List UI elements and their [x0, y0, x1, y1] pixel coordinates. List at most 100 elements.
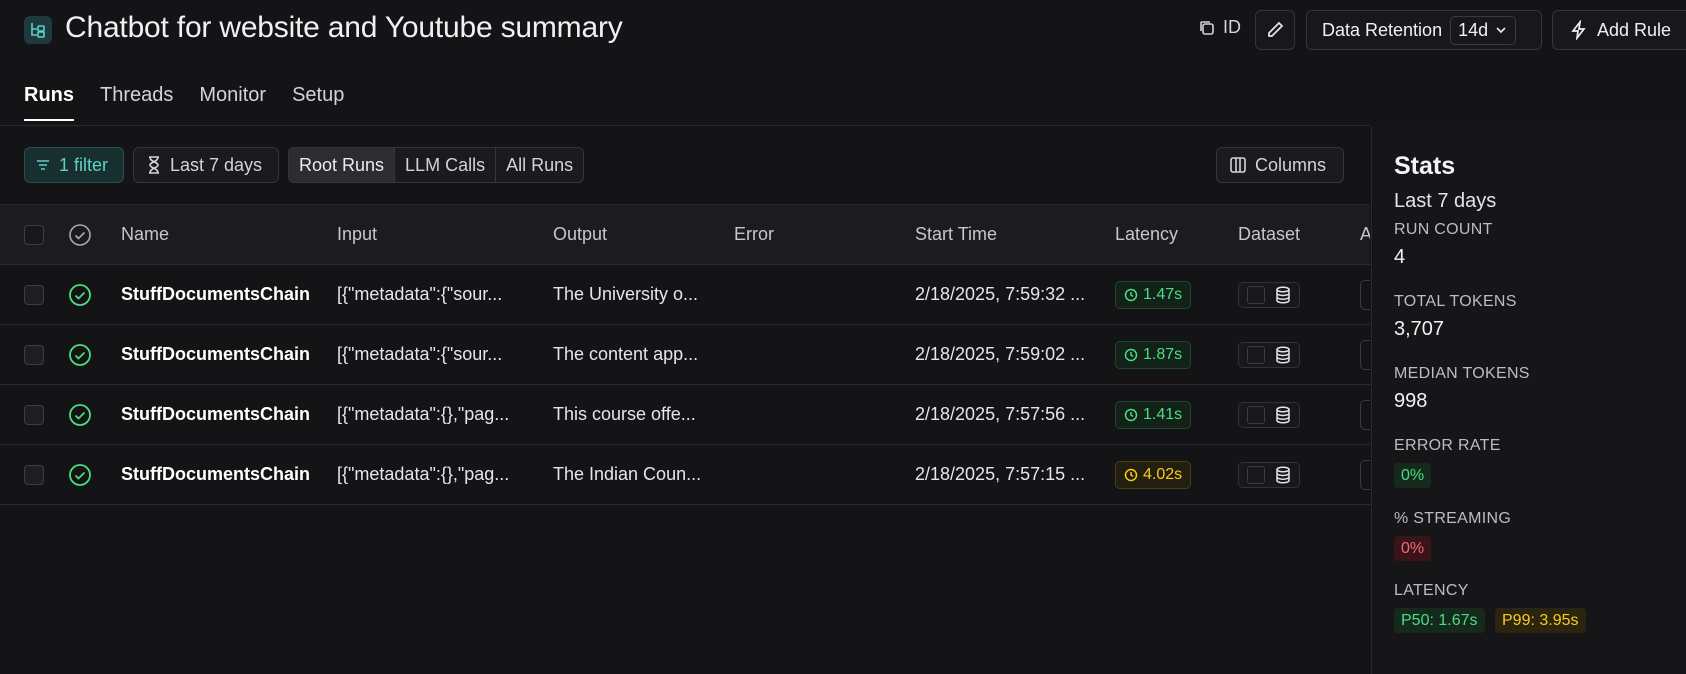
retention-select[interactable]: 14d	[1450, 15, 1517, 45]
column-header-output[interactable]: Output	[553, 205, 713, 264]
column-header-dataset[interactable]: Dataset	[1238, 205, 1348, 264]
column-header-input[interactable]: Input	[337, 205, 532, 264]
latency-value: 1.47s	[1143, 285, 1183, 303]
columns-label: Columns	[1255, 154, 1327, 175]
copy-icon	[1200, 20, 1214, 35]
run-start-time: 2/18/2025, 7:57:15 ...	[915, 464, 1086, 484]
retention-value: 14d	[1458, 19, 1489, 40]
run-input: [{"metadata":{"sour...	[337, 284, 503, 304]
pencil-icon	[1268, 21, 1284, 37]
project-title: Chatbot for website and Youtube summary	[65, 11, 623, 44]
latency-badge: 4.02s	[1115, 460, 1192, 489]
header: Chatbot for website and Youtube summary …	[0, 0, 1686, 60]
run-start-time: 2/18/2025, 7:59:32 ...	[915, 284, 1086, 304]
table-row[interactable]: StuffDocumentsChain [{"metadata":{"sour.…	[0, 325, 1370, 385]
stats-panel: Stats Last 7 days RUN COUNT 4 TOTAL TOKE…	[1371, 126, 1686, 674]
table-header: Name Input Output Error Start Time Laten…	[0, 204, 1370, 265]
add-rule-button[interactable]: Add Rule	[1552, 10, 1686, 50]
database-icon	[1276, 345, 1290, 364]
status-check-icon	[69, 223, 91, 246]
run-name[interactable]: StuffDocumentsChain	[121, 325, 321, 384]
tab-divider	[0, 125, 1370, 126]
latency-value: 4.02s	[1143, 465, 1183, 483]
dataset-checkbox[interactable]	[1247, 285, 1265, 304]
column-header-start-time[interactable]: Start Time	[915, 205, 1096, 264]
run-count-value: 4	[1394, 246, 1406, 268]
latency-badge: 1.41s	[1115, 400, 1192, 429]
streaming-badge: 0%	[1394, 536, 1432, 561]
data-retention-label: Data Retention	[1322, 19, 1443, 40]
clock-icon	[1124, 288, 1138, 301]
latency-p50-badge: P50: 1.67s	[1394, 608, 1485, 633]
tab-monitor[interactable]: Monitor	[199, 84, 266, 121]
column-header-latency[interactable]: Latency	[1115, 205, 1225, 264]
run-name[interactable]: StuffDocumentsChain	[121, 385, 321, 444]
columns-button[interactable]: Columns	[1216, 147, 1344, 183]
column-header-truncated[interactable]: A	[1360, 205, 1370, 264]
column-header-error[interactable]: Error	[734, 205, 884, 264]
dataset-checkbox[interactable]	[1247, 465, 1265, 484]
select-all-checkbox[interactable]	[24, 224, 44, 245]
copy-id-button[interactable]: ID	[1198, 17, 1241, 38]
run-error	[734, 385, 884, 444]
date-range-label: Last 7 days	[170, 154, 263, 175]
database-icon	[1276, 285, 1290, 304]
database-icon	[1276, 405, 1290, 424]
stats-title: Stats	[1394, 152, 1456, 180]
latency-value: 1.41s	[1143, 405, 1183, 423]
latency-p99-badge: P99: 3.95s	[1495, 608, 1586, 633]
tab-threads[interactable]: Threads	[100, 84, 173, 121]
error-rate-badge: 0%	[1394, 463, 1432, 488]
truncated-cell[interactable]	[1360, 339, 1370, 370]
date-range-button[interactable]: Last 7 days	[133, 147, 279, 183]
latency-label: LATENCY	[1394, 582, 1469, 599]
truncated-cell[interactable]	[1360, 459, 1370, 490]
run-type-toggle: Root Runs LLM Calls All Runs	[288, 147, 585, 183]
streaming-label: % STREAMING	[1394, 510, 1512, 527]
run-name[interactable]: StuffDocumentsChain	[121, 265, 321, 324]
run-start-time: 2/18/2025, 7:59:02 ...	[915, 344, 1086, 364]
dataset-checkbox[interactable]	[1247, 345, 1265, 364]
dataset-button[interactable]	[1238, 281, 1300, 308]
clock-icon	[1124, 408, 1138, 421]
columns-icon	[1230, 157, 1246, 173]
dataset-checkbox[interactable]	[1247, 405, 1265, 424]
edit-button[interactable]	[1255, 10, 1295, 50]
dataset-button[interactable]	[1238, 461, 1300, 488]
column-header-name[interactable]: Name	[121, 205, 321, 264]
run-name[interactable]: StuffDocumentsChain	[121, 445, 321, 504]
run-count-label: RUN COUNT	[1394, 221, 1493, 238]
filter-button[interactable]: 1 filter	[24, 147, 124, 183]
table-row[interactable]: StuffDocumentsChain [{"metadata":{},"pag…	[0, 445, 1370, 505]
tab-runs[interactable]: Runs	[24, 84, 74, 121]
run-output: The content app...	[553, 344, 699, 364]
dataset-button[interactable]	[1238, 401, 1300, 428]
latency-value: 1.87s	[1143, 345, 1183, 363]
llm-calls-option[interactable]: LLM Calls	[395, 148, 497, 182]
dataset-button[interactable]	[1238, 341, 1300, 368]
clock-icon	[1124, 468, 1138, 481]
run-output: The Indian Coun...	[553, 464, 702, 484]
row-checkbox[interactable]	[24, 404, 44, 425]
tab-setup[interactable]: Setup	[292, 84, 344, 121]
stats-period: Last 7 days	[1394, 190, 1497, 212]
database-icon	[1276, 465, 1290, 484]
run-input: [{"metadata":{},"pag...	[337, 404, 510, 424]
add-rule-label: Add Rule	[1597, 19, 1672, 40]
root-runs-option[interactable]: Root Runs	[289, 148, 396, 182]
truncated-cell[interactable]	[1360, 399, 1370, 430]
lightning-icon	[1571, 20, 1586, 40]
row-checkbox[interactable]	[24, 464, 44, 485]
median-tokens-value: 998	[1394, 390, 1428, 412]
table-row[interactable]: StuffDocumentsChain [{"metadata":{},"pag…	[0, 385, 1370, 445]
run-start-time: 2/18/2025, 7:57:56 ...	[915, 404, 1086, 424]
table-row[interactable]: StuffDocumentsChain [{"metadata":{"sour.…	[0, 265, 1370, 325]
all-runs-option[interactable]: All Runs	[496, 148, 583, 182]
data-retention-button[interactable]: Data Retention 14d	[1306, 10, 1542, 50]
run-input: [{"metadata":{},"pag...	[337, 464, 510, 484]
row-checkbox[interactable]	[24, 344, 44, 365]
truncated-cell[interactable]	[1360, 279, 1370, 310]
row-checkbox[interactable]	[24, 284, 44, 305]
hourglass-icon	[149, 156, 159, 174]
run-output: This course offe...	[553, 404, 696, 424]
